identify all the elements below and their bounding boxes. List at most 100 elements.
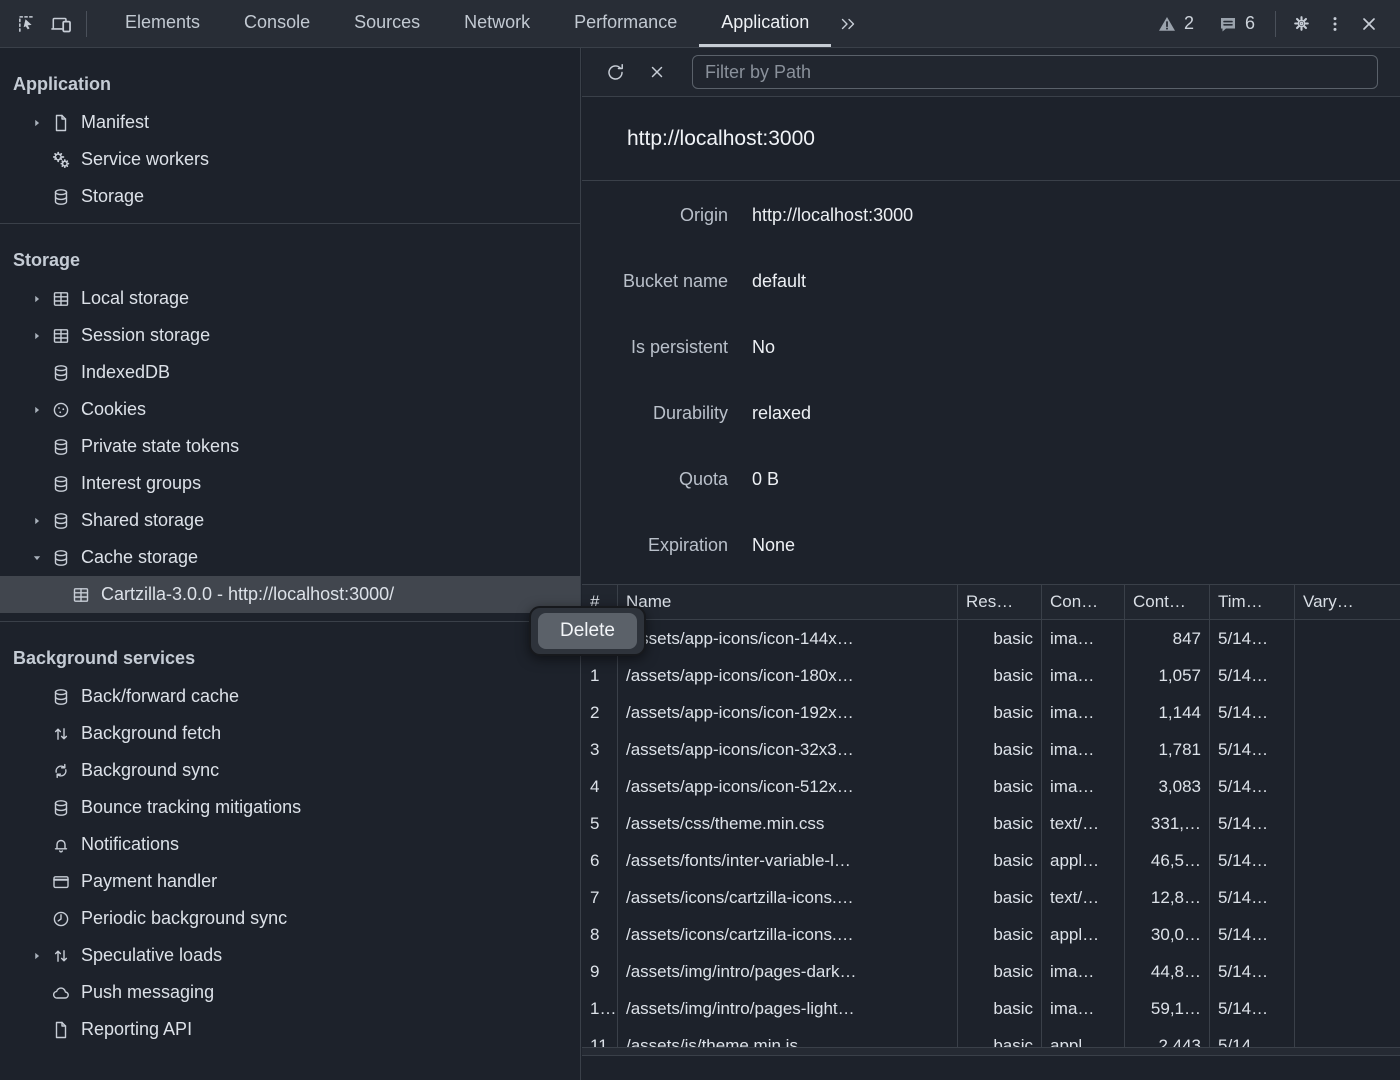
cell-cont: 1,057 <box>1125 657 1210 694</box>
cell-num: 2 <box>582 694 618 731</box>
chevron-right-expander-icon[interactable] <box>30 328 50 344</box>
database-icon <box>50 186 72 208</box>
tab-console[interactable]: Console <box>222 0 332 47</box>
sidebar-item-notifications[interactable]: Notifications <box>0 826 580 863</box>
device-toolbar-icon[interactable] <box>44 0 78 47</box>
cell-vary <box>1295 805 1400 842</box>
column-header-1[interactable]: Name <box>618 585 958 619</box>
table-row[interactable]: 0/assets/app-icons/icon-144x…basicima…84… <box>582 620 1400 657</box>
sidebar-item-back-forward-cache[interactable]: Back/forward cache <box>0 678 580 715</box>
cell-res: basic <box>958 842 1042 879</box>
sidebar-item-storage[interactable]: Storage <box>0 178 580 215</box>
sidebar-item-background-fetch[interactable]: Background fetch <box>0 715 580 752</box>
clear-filter-icon[interactable] <box>642 57 672 87</box>
sidebar-item-label: Cache storage <box>81 547 198 568</box>
chevron-right-expander-icon[interactable] <box>30 115 50 131</box>
table-row[interactable]: 4/assets/app-icons/icon-512x…basicima…3,… <box>582 768 1400 805</box>
expander-spacer <box>30 1022 50 1038</box>
sidebar-item-cache-storage[interactable]: Cache storage <box>0 539 580 576</box>
sidebar-item-reporting-api[interactable]: Reporting API <box>0 1011 580 1048</box>
expander-spacer <box>30 189 50 205</box>
cell-tim: 5/14… <box>1210 657 1295 694</box>
sidebar-item-label: Reporting API <box>81 1019 192 1040</box>
table-row[interactable]: 6/assets/fonts/inter-variable-l…basicapp… <box>582 842 1400 879</box>
chevron-right-expander-icon[interactable] <box>30 948 50 964</box>
sidebar-item-speculative-loads[interactable]: Speculative loads <box>0 937 580 974</box>
sidebar-item-session-storage[interactable]: Session storage <box>0 317 580 354</box>
cell-name: /assets/app-icons/icon-192x… <box>618 694 958 731</box>
cell-con: ima… <box>1042 620 1125 657</box>
kebab-menu-icon[interactable] <box>1318 0 1352 47</box>
table-row[interactable]: 2/assets/app-icons/icon-192x…basicima…1,… <box>582 694 1400 731</box>
detail-row-durability: Durabilityrelaxed <box>582 380 1400 446</box>
cell-name: /assets/app-icons/icon-32x3… <box>618 731 958 768</box>
tab-application[interactable]: Application <box>699 0 831 47</box>
column-header-6[interactable]: Vary… <box>1295 585 1400 619</box>
column-header-3[interactable]: Con… <box>1042 585 1125 619</box>
detail-value: default <box>752 271 806 292</box>
sidebar-item-indexeddb[interactable]: IndexedDB <box>0 354 580 391</box>
tab-performance[interactable]: Performance <box>552 0 699 47</box>
close-devtools-icon[interactable] <box>1352 0 1386 47</box>
cell-vary <box>1295 768 1400 805</box>
table-row[interactable]: 9/assets/img/intro/pages-dark…basicima…4… <box>582 953 1400 990</box>
chevron-right-expander-icon[interactable] <box>30 513 50 529</box>
detail-value: None <box>752 535 795 556</box>
cell-num: 4 <box>582 768 618 805</box>
chevron-right-expander-icon[interactable] <box>30 402 50 418</box>
table-row[interactable]: 8/assets/icons/cartzilla-icons.…basicapp… <box>582 916 1400 953</box>
sidebar-item-background-sync[interactable]: Background sync <box>0 752 580 789</box>
sidebar-item-bounce-tracking-mitigations[interactable]: Bounce tracking mitigations <box>0 789 580 826</box>
sidebar-item-local-storage[interactable]: Local storage <box>0 280 580 317</box>
detail-label: Bucket name <box>582 271 728 292</box>
tab-sources[interactable]: Sources <box>332 0 442 47</box>
sidebar-item-push-messaging[interactable]: Push messaging <box>0 974 580 1011</box>
sidebar-item-cookies[interactable]: Cookies <box>0 391 580 428</box>
tab-elements[interactable]: Elements <box>103 0 222 47</box>
cell-res: basic <box>958 916 1042 953</box>
application-sidebar: ApplicationManifestService workersStorag… <box>0 48 581 1080</box>
sidebar-item-cartzilla-3-0-0-http-localhost-3000[interactable]: Cartzilla-3.0.0 - http://localhost:3000/ <box>0 576 580 613</box>
sidebar-item-payment-handler[interactable]: Payment handler <box>0 863 580 900</box>
table-row[interactable]: 3/assets/app-icons/icon-32x3…basicima…1,… <box>582 731 1400 768</box>
filter-by-path-input[interactable] <box>692 55 1378 89</box>
table-row[interactable]: 1…/assets/img/intro/pages-light…basicima… <box>582 990 1400 1027</box>
cell-tim: 5/14… <box>1210 731 1295 768</box>
cell-tim: 5/14… <box>1210 694 1295 731</box>
delete-menu-item[interactable]: Delete <box>538 613 637 649</box>
column-header-2[interactable]: Res… <box>958 585 1042 619</box>
column-header-4[interactable]: Cont… <box>1125 585 1210 619</box>
table-row[interactable]: 5/assets/css/theme.min.cssbasictext/…331… <box>582 805 1400 842</box>
detail-row-bucket-name: Bucket name default <box>582 248 1400 314</box>
sidebar-item-service-workers[interactable]: Service workers <box>0 141 580 178</box>
table-row[interactable]: 11/assets/js/theme.min.jsbasicappl…2,443… <box>582 1027 1400 1047</box>
sidebar-item-label: Shared storage <box>81 510 204 531</box>
sidebar-item-private-state-tokens[interactable]: Private state tokens <box>0 428 580 465</box>
cell-con: ima… <box>1042 731 1125 768</box>
column-header-5[interactable]: Tim… <box>1210 585 1295 619</box>
sidebar-item-manifest[interactable]: Manifest <box>0 104 580 141</box>
table-row[interactable]: 1/assets/app-icons/icon-180x…basicima…1,… <box>582 657 1400 694</box>
expander-spacer <box>30 874 50 890</box>
chevron-down-expander-icon[interactable] <box>30 550 50 566</box>
horizontal-scrollbar-track[interactable] <box>582 1047 1400 1056</box>
tab-network[interactable]: Network <box>442 0 552 47</box>
sidebar-section-storage: StorageLocal storageSession storageIndex… <box>0 224 580 613</box>
table-row[interactable]: 7/assets/icons/cartzilla-icons.…basictex… <box>582 879 1400 916</box>
document-icon <box>50 112 72 134</box>
sidebar-item-interest-groups[interactable]: Interest groups <box>0 465 580 502</box>
console-messages-status[interactable]: 6 <box>1218 13 1255 34</box>
settings-gear-icon[interactable] <box>1284 0 1318 47</box>
sidebar-item-periodic-background-sync[interactable]: Periodic background sync <box>0 900 580 937</box>
expander-spacer <box>30 800 50 816</box>
cell-num: 1… <box>582 990 618 1027</box>
warnings-status[interactable]: 2 <box>1157 13 1194 34</box>
cell-vary <box>1295 657 1400 694</box>
more-tabs-icon[interactable] <box>831 0 865 47</box>
sidebar-item-shared-storage[interactable]: Shared storage <box>0 502 580 539</box>
refresh-icon[interactable] <box>600 57 630 87</box>
chevron-right-expander-icon[interactable] <box>30 291 50 307</box>
cell-con: ima… <box>1042 657 1125 694</box>
cell-tim: 5/14… <box>1210 768 1295 805</box>
inspect-element-icon[interactable] <box>10 0 44 47</box>
